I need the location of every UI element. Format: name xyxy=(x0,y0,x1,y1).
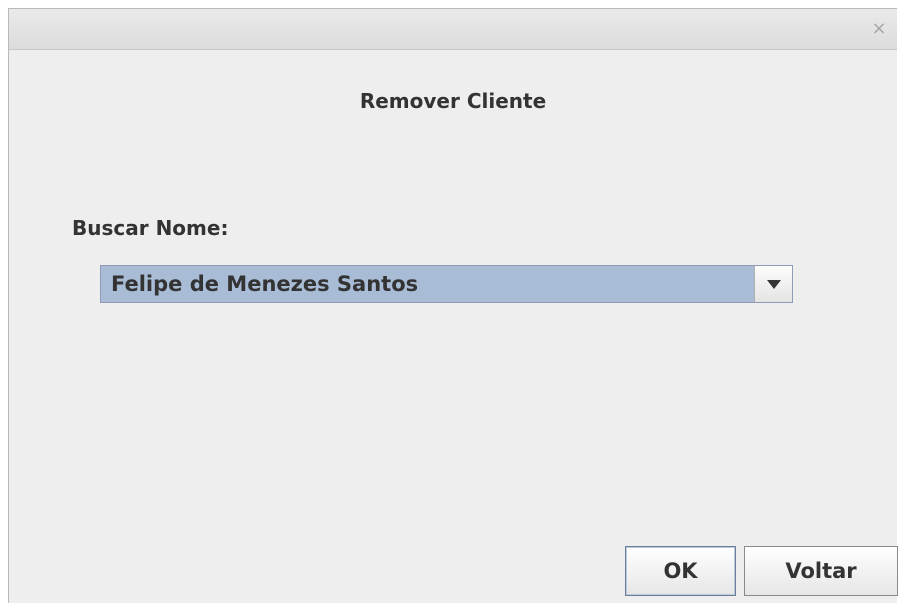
title-bar[interactable]: × xyxy=(9,9,897,50)
back-button[interactable]: Voltar xyxy=(744,546,898,596)
combobox-selected-value: Felipe de Menezes Santos xyxy=(111,272,419,296)
ok-button[interactable]: OK xyxy=(625,546,736,596)
close-icon[interactable]: × xyxy=(869,19,889,39)
search-name-label: Buscar Nome: xyxy=(72,216,229,240)
dialog-title: Remover Cliente xyxy=(359,89,547,113)
dialog-window: × Remover Cliente Buscar Nome: Felipe de… xyxy=(8,8,898,603)
dropdown-triangle xyxy=(767,280,781,289)
chevron-down-icon[interactable] xyxy=(754,266,792,302)
name-combobox[interactable]: Felipe de Menezes Santos xyxy=(100,265,793,303)
